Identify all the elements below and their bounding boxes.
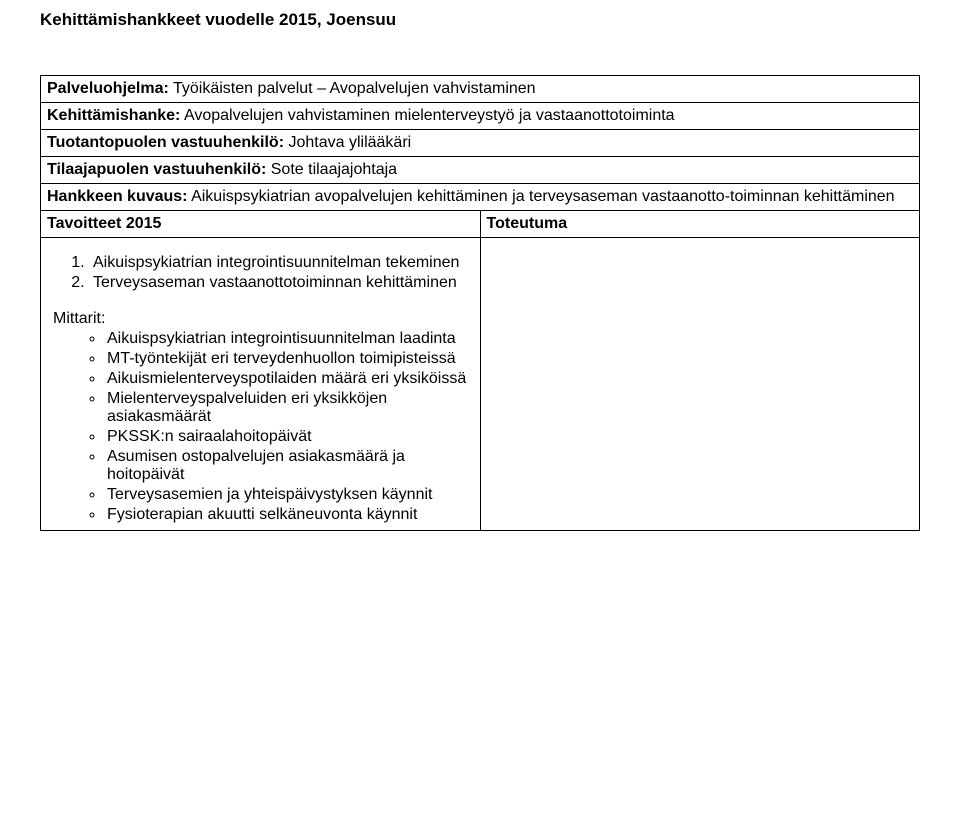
- list-item: Fysioterapian akuutti selkäneuvonta käyn…: [105, 506, 474, 524]
- list-item: PKSSK:n sairaalahoitopäivät: [105, 428, 474, 446]
- table-row: Tilaajapuolen vastuuhenkilö: Sote tilaaj…: [41, 157, 920, 184]
- mittarit-label: Mittarit:: [53, 310, 474, 328]
- info-table: Palveluohjelma: Työikäisten palvelut – A…: [40, 75, 920, 531]
- list-item: Aikuispsykiatrian integrointisuunnitelma…: [105, 330, 474, 348]
- tavoitteet-header: Tavoitteet 2015: [41, 211, 481, 238]
- list-item: Terveysasemien ja yhteispäivystyksen käy…: [105, 486, 474, 504]
- tuotantopuolen-value: Johtava ylilääkäri: [284, 134, 411, 151]
- table-row: Tavoitteet 2015 Toteutuma: [41, 211, 920, 238]
- table-row: Hankkeen kuvaus: Aikuispsykiatrian avopa…: [41, 184, 920, 211]
- numbered-list: Aikuispsykiatrian integrointisuunnitelma…: [47, 254, 474, 292]
- list-item: Aikuismielenterveyspotilaiden määrä eri …: [105, 370, 474, 388]
- mittarit-list: Aikuispsykiatrian integrointisuunnitelma…: [47, 330, 474, 524]
- list-item: Asumisen ostopalvelujen asiakasmäärä ja …: [105, 448, 474, 484]
- page-title: Kehittämishankkeet vuodelle 2015, Joensu…: [40, 10, 920, 30]
- hankkeen-value: Aikuispsykiatrian avopalvelujen kehittäm…: [188, 188, 895, 205]
- list-item: Mielenterveyspalveluiden eri yksikköjen …: [105, 390, 474, 426]
- list-item: Aikuispsykiatrian integrointisuunnitelma…: [89, 254, 474, 272]
- palveluohjelma-label: Palveluohjelma:: [47, 80, 169, 97]
- hankkeen-label: Hankkeen kuvaus:: [47, 188, 188, 205]
- tilaajapuolen-label: Tilaajapuolen vastuuhenkilö:: [47, 161, 266, 178]
- tuotantopuolen-label: Tuotantopuolen vastuuhenkilö:: [47, 134, 284, 151]
- table-row: Tuotantopuolen vastuuhenkilö: Johtava yl…: [41, 130, 920, 157]
- kehittamishanke-label: Kehittämishanke:: [47, 107, 180, 124]
- table-row: Aikuispsykiatrian integrointisuunnitelma…: [41, 238, 920, 531]
- palveluohjelma-value: Työikäisten palvelut – Avopalvelujen vah…: [169, 80, 536, 97]
- tavoitteet-content: Aikuispsykiatrian integrointisuunnitelma…: [41, 238, 481, 531]
- list-item: Terveysaseman vastaanottotoiminnan kehit…: [89, 274, 474, 292]
- tilaajapuolen-value: Sote tilaajajohtaja: [266, 161, 397, 178]
- kehittamishanke-value: Avopalvelujen vahvistaminen mielentervey…: [180, 107, 674, 124]
- table-row: Kehittämishanke: Avopalvelujen vahvistam…: [41, 103, 920, 130]
- list-item: MT-työntekijät eri terveydenhuollon toim…: [105, 350, 474, 368]
- toteutuma-content: [480, 238, 920, 531]
- toteutuma-header: Toteutuma: [480, 211, 920, 238]
- table-row: Palveluohjelma: Työikäisten palvelut – A…: [41, 76, 920, 103]
